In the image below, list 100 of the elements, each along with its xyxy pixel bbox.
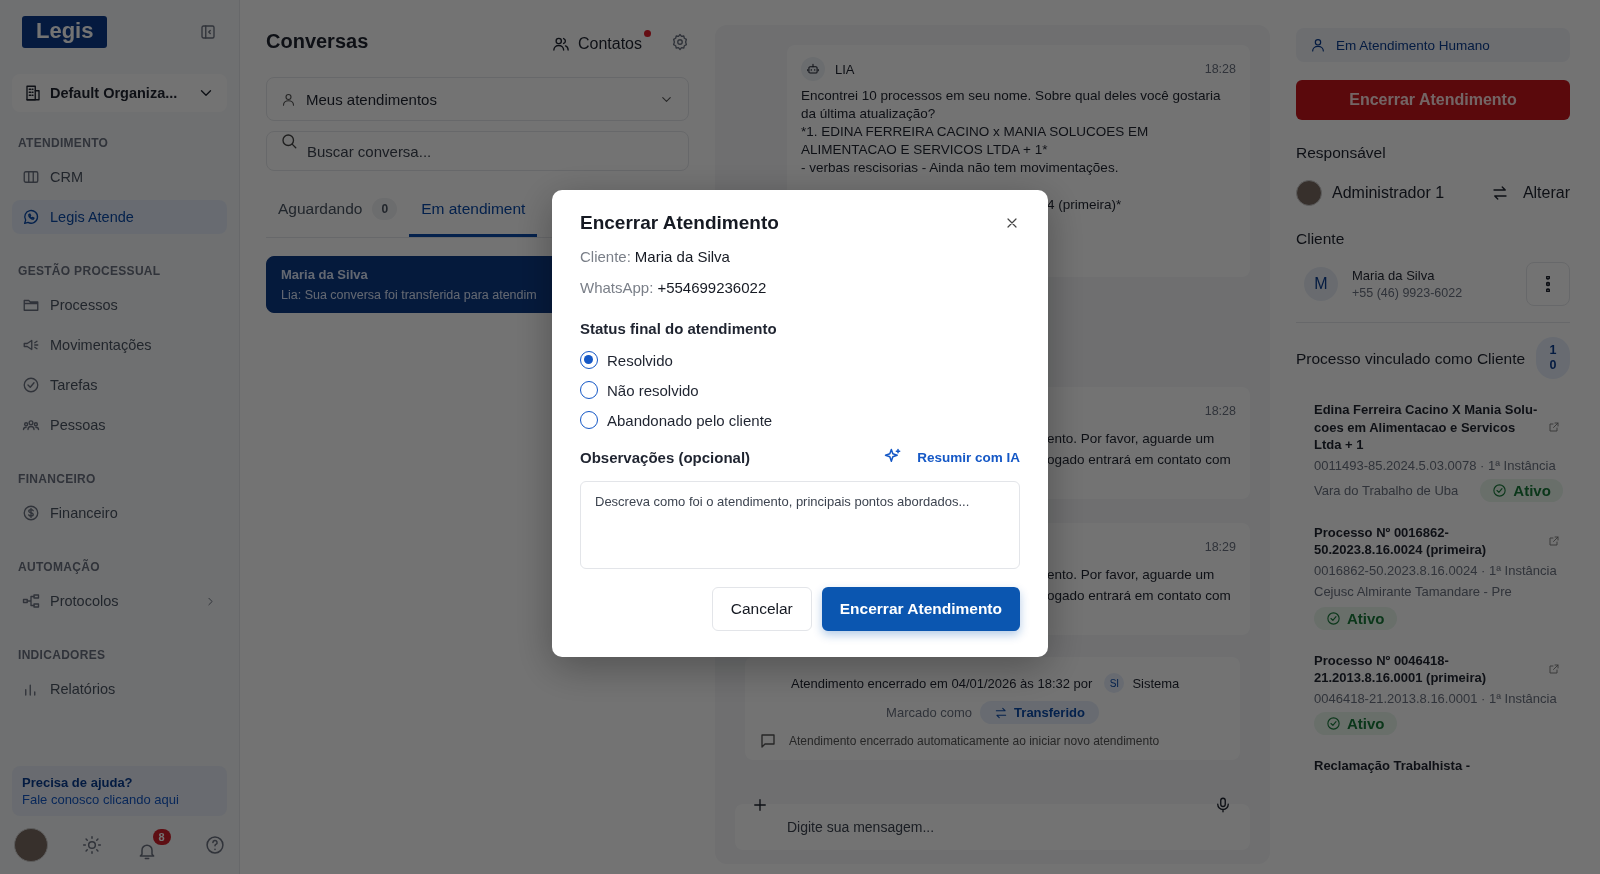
section-heading: FINANCEIRO [17,471,97,488]
sidebar-toggle-button[interactable] [199,23,217,41]
change-button[interactable]: Alterar [1490,184,1570,202]
message-text: ogado entrará em contato com [1047,451,1231,469]
nav-item[interactable]: Tarefas [12,368,227,402]
dollar-icon [22,504,40,522]
process-title[interactable]: Processo Nº 0046418-21.2013.8.16.0001 (primeira) [1314,651,1540,687]
closer-name: Sistema [1132,675,1180,691]
process-title[interactable]: Processo Nº 0016862-50.2023.8.16.0024 (primeira) [1314,523,1540,559]
section-heading: INDICADORES [17,647,107,664]
summarize-button[interactable]: Resumir com IA [883,447,1020,467]
section-heading: Status final do atendimento [580,320,778,337]
notification-count-badge: 8 [152,829,171,845]
tab[interactable]: Aguardando 0 [266,183,410,237]
external-link-icon [1548,421,1560,434]
cancel-button[interactable]: Cancelar [711,587,812,631]
message-text: ento. Por favor, aguarde um [1047,430,1215,448]
contact-link[interactable]: Fale conosco clicando aqui [22,792,217,807]
client-phone: +55 (46) 9923-6022 [1352,286,1464,300]
sender-name: LIA [835,61,855,77]
responsible-name: Administrador 1 [1332,184,1445,202]
nav-item[interactable]: Relatórios [12,672,227,706]
nav-item[interactable]: CRM [12,160,227,194]
count-badge: 10 [1536,337,1570,379]
user-avatar[interactable] [14,828,48,862]
organization-select[interactable]: Default Organiza... [12,74,227,112]
end-service-button[interactable]: Encerrar Atendimento [1296,80,1570,120]
status-badge: Ativo [1480,478,1563,502]
client-avatar: M [1304,267,1338,301]
section-heading: ATENDIMENTO [17,135,110,152]
help-button[interactable] [205,835,225,855]
nav-item[interactable]: Processos [12,288,227,322]
section-heading: Cliente [1296,230,1346,248]
users-icon [551,35,570,53]
sidebar-toggle-icon [199,23,217,41]
message-preview: Lia: Sua conversa foi transferida para atendim [281,288,537,302]
check-circle-icon [1326,610,1341,626]
more-options-button[interactable] [1526,262,1570,306]
contacts-button[interactable]: Contatos [551,30,651,53]
external-link-icon [1548,535,1560,547]
nav-item[interactable]: Pessoas [12,408,227,442]
process-title[interactable]: Reclamação Trabalhista - [1314,756,1570,774]
logo: Legis [22,16,108,48]
dialog-title: Encerrar Atendimento [580,212,779,234]
columns-icon [22,168,40,186]
external-link-icon [1548,663,1560,675]
closure-note: Atendimento encerrado automaticamente ao iniciar novo atendimento [789,734,1160,748]
message-time: 18:29 [1204,540,1236,554]
user-avatar [1296,180,1322,206]
search-field[interactable]: Buscar conversa... [266,131,689,171]
nav-item[interactable]: Legis Atende [12,200,227,234]
tab[interactable]: Em atendiment [409,183,538,237]
organization-name: Default Organiza... [50,85,179,101]
check-circle-icon [1492,482,1508,498]
page-title: Conversas [266,30,369,53]
message-text: Encontrei 10 processos em seu nome. Sobre qual deles você gostaria da última atualização? *1. EDINA FERREIRA CACINO x MANIA SOLUCOES EM ALIMENTACAO E SERVICOS LTDA + 1* - verbas rescisorias - Ainda não tem movimentações. [801,87,1222,177]
option-label: Não resolvido [607,381,699,399]
status-badge: Ativo [1314,711,1397,735]
message-input[interactable]: Digite sua mensagem... [735,804,1250,850]
flowchart-icon [22,592,40,610]
message-text: ento. Por favor, aguarde um [1047,566,1215,584]
court-name: Cejusc Almirante Tamandare - Pre [1314,583,1512,599]
field-label: Observações (opcional) [580,448,751,466]
process-title[interactable]: Edina Ferreira Cacino X Mania Solu-coes em Alimentacao e Servicos Ltda + 1 [1314,401,1540,454]
section-heading: Responsável [1296,144,1387,162]
option-label: Abandonado pelo cliente [607,411,773,429]
notifications-button[interactable]: 8 [136,829,171,861]
section-heading: GESTÃO PROCESSUAL [17,262,162,280]
building-icon [24,84,42,102]
status-badge: Ativo [1314,606,1397,630]
sun-icon [82,835,103,855]
chat-bubble-icon [22,208,40,226]
message-text: 4 (primeira)* [1047,196,1122,214]
section-heading: AUTOMAÇÃO [17,558,101,576]
swap-icon [1490,184,1509,202]
filter-select[interactable]: Meus atendimentos [266,77,689,121]
tab-count-badge: 0 [372,197,398,220]
check-circle-icon [22,376,40,394]
theme-toggle-button[interactable] [82,835,103,855]
confirm-button[interactable]: Encerrar Atendimento [821,587,1020,631]
message-text: ogado entrará em contato com [1047,587,1231,605]
process-number: 0016862-50.2023.8.16.0024 · 1ª Instância [1314,562,1558,578]
settings-icon [671,32,689,51]
contact-name: Maria da Silva [281,267,369,282]
closure-text: Atendimento encerrado em 04/01/2026 às 18:32 por [791,675,1093,691]
user-icon [281,91,296,107]
robot-icon [806,62,820,76]
whatsapp-label: WhatsApp: [580,279,654,296]
settings-button[interactable] [671,32,689,51]
status-tag: Transferido [980,701,1099,724]
plus-icon [751,796,769,814]
message-time: 18:28 [1204,62,1236,76]
process-number: 0046418-21.2013.8.16.0001 · 1ª Instância [1314,690,1558,706]
notes-field[interactable]: Descreva como foi o atendimento, principais pontos abordados... [580,481,1020,569]
nav-item[interactable]: Financeiro [12,496,227,530]
process-number: 0011493-85.2024.5.03.0078 · 1ª Instância [1314,457,1557,473]
system-avatar: SI [1104,673,1125,693]
nav-item[interactable]: Movimentações [12,328,227,362]
nav-item[interactable]: Protocolos [12,584,227,618]
option-label: Resolvido [607,351,673,369]
